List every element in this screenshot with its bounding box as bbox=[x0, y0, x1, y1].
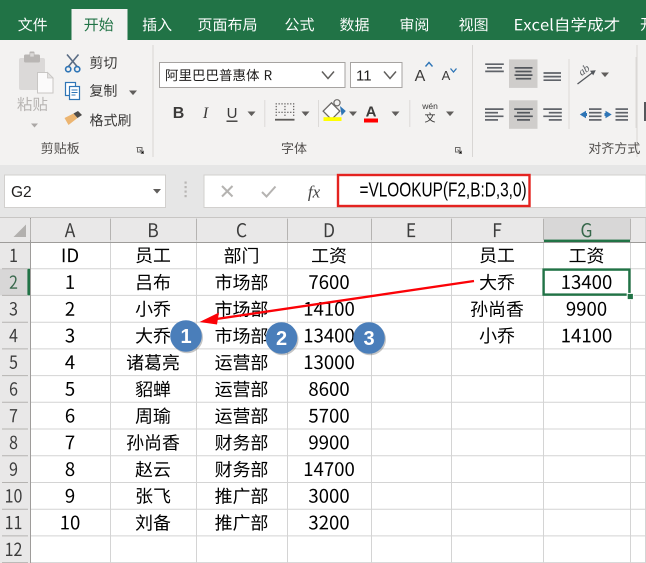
svg-text:A: A bbox=[366, 104, 377, 121]
svg-text:A: A bbox=[415, 68, 426, 85]
svg-text:1: 1 bbox=[180, 326, 191, 348]
svg-text:G2: G2 bbox=[11, 184, 32, 201]
svg-text:B: B bbox=[173, 105, 185, 122]
svg-text:I: I bbox=[202, 105, 209, 122]
svg-text:fx: fx bbox=[308, 183, 321, 202]
svg-text:11: 11 bbox=[356, 68, 372, 85]
svg-text:U: U bbox=[227, 105, 238, 122]
svg-text:3: 3 bbox=[363, 328, 374, 350]
svg-text:wén: wén bbox=[421, 101, 438, 111]
svg-text:2: 2 bbox=[276, 328, 287, 350]
svg-text:=VLOOKUP(F2,B:D,3,0): =VLOOKUP(F2,B:D,3,0) bbox=[360, 179, 527, 201]
svg-text:A: A bbox=[442, 68, 451, 83]
